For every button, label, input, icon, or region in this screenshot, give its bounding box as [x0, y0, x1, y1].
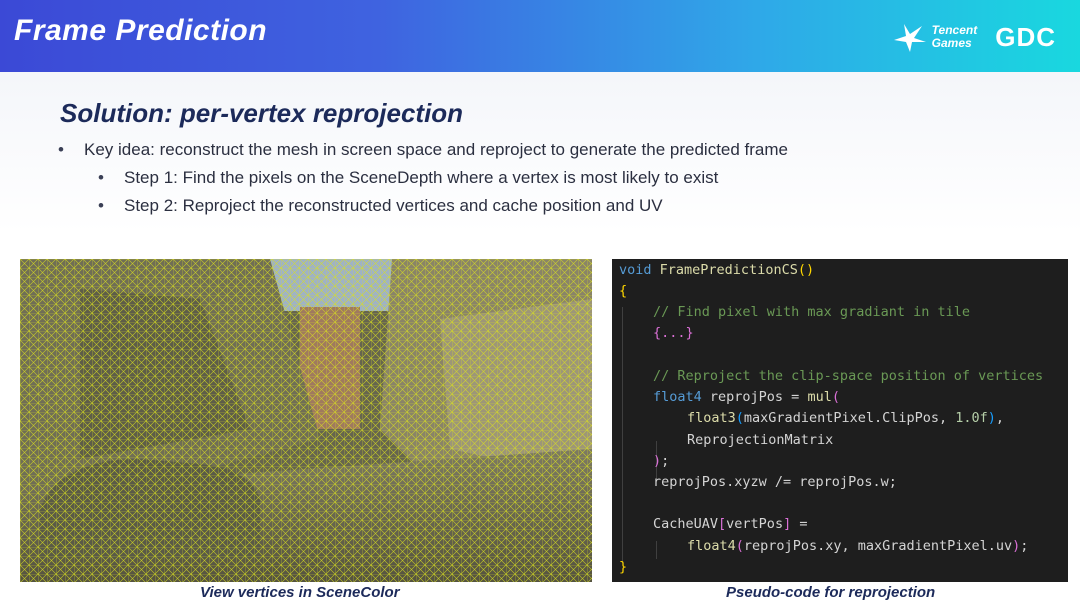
code-line-10: reprojPos.xyzw /= reprojPos.w;: [653, 474, 897, 490]
page-title: Frame Prediction: [14, 14, 268, 47]
bullet-step-2: Step 2: Reproject the reconstructed vert…: [58, 196, 788, 216]
tencent-games-logo: Tencent Games: [890, 20, 977, 54]
bullet-list: Key idea: reconstruct the mesh in screen…: [58, 140, 788, 224]
street-scene-illustration: [20, 259, 592, 582]
code-line-3: // Find pixel with max gradiant in tile: [653, 304, 970, 320]
code-line-12: float4(reprojPos.xy, maxGradientPixel.uv…: [687, 538, 1029, 554]
code-line-11: CacheUAV[vertPos] =: [653, 516, 808, 532]
tencent-logo-line2: Games: [931, 36, 972, 50]
indent-guide: [622, 307, 623, 563]
code-line-9: );: [653, 453, 670, 469]
bullet-step-1: Step 1: Find the pixels on the SceneDept…: [58, 168, 788, 188]
code-block: void FramePredictionCS() { // Find pixel…: [612, 259, 1068, 582]
code-line-6: float4 reprojPos = mul(: [653, 389, 840, 405]
code-line-5: // Reproject the clip-space position of …: [653, 368, 1044, 384]
code-line-7: float3(maxGradientPixel.ClipPos, 1.0f),: [687, 410, 1005, 426]
slide-subtitle: Solution: per-vertex reprojection: [60, 98, 464, 128]
code-line-13: }: [619, 559, 628, 575]
code-line-2: {: [619, 283, 628, 299]
caption-pseudo-code: Pseudo-code for reprojection: [726, 584, 936, 601]
bullet-key-idea: Key idea: reconstruct the mesh in screen…: [58, 140, 788, 160]
logo-group: Tencent Games GDC: [890, 18, 1056, 56]
tencent-star-icon: [893, 24, 926, 52]
code-line-4: {...}: [653, 325, 694, 341]
code-line-1: void FramePredictionCS(): [619, 262, 815, 278]
scene-color-mesh-image: [20, 259, 592, 582]
code-line-8: ReprojectionMatrix: [687, 432, 834, 448]
indent-guide: [656, 541, 657, 559]
caption-scene-color: View vertices in SceneColor: [200, 584, 400, 601]
gdc-logo: GDC: [995, 21, 1056, 52]
header-bar: Frame Prediction Tencent Games GDC: [0, 0, 1080, 72]
